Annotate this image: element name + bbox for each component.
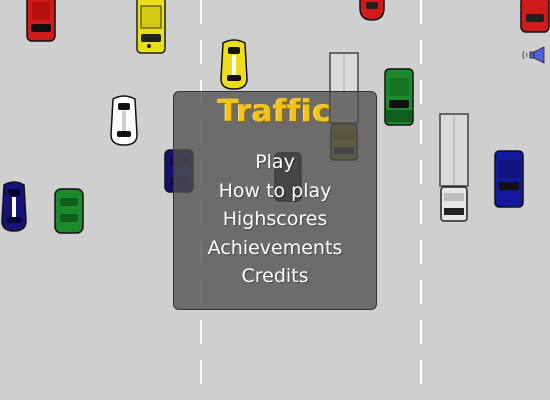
yellow-sports-car	[220, 39, 248, 90]
blue-car	[494, 150, 524, 208]
yellow-car	[136, 0, 166, 54]
menu-items: Play How to play Highscores Achievements…	[174, 148, 376, 291]
green-car	[384, 68, 414, 126]
green-car	[54, 188, 84, 234]
main-menu-panel: Traffic Play How to play Highscores Achi…	[173, 91, 377, 310]
red-car	[26, 0, 56, 42]
game-title: Traffic	[218, 94, 332, 129]
speaker-icon[interactable]	[520, 45, 546, 65]
menu-item-play[interactable]: Play	[174, 148, 376, 177]
menu-item-credits[interactable]: Credits	[174, 262, 376, 291]
truck-white	[439, 113, 469, 222]
game-stage[interactable]: Traffic Play How to play Highscores Achi…	[0, 0, 550, 400]
navy-sports-car	[1, 181, 27, 232]
red-sports-car	[359, 0, 385, 21]
menu-item-achievements[interactable]: Achievements	[174, 234, 376, 263]
menu-item-how-to-play[interactable]: How to play	[174, 177, 376, 206]
white-sports-car	[110, 95, 138, 146]
menu-item-highscores[interactable]: Highscores	[174, 205, 376, 234]
red-car	[520, 0, 550, 33]
